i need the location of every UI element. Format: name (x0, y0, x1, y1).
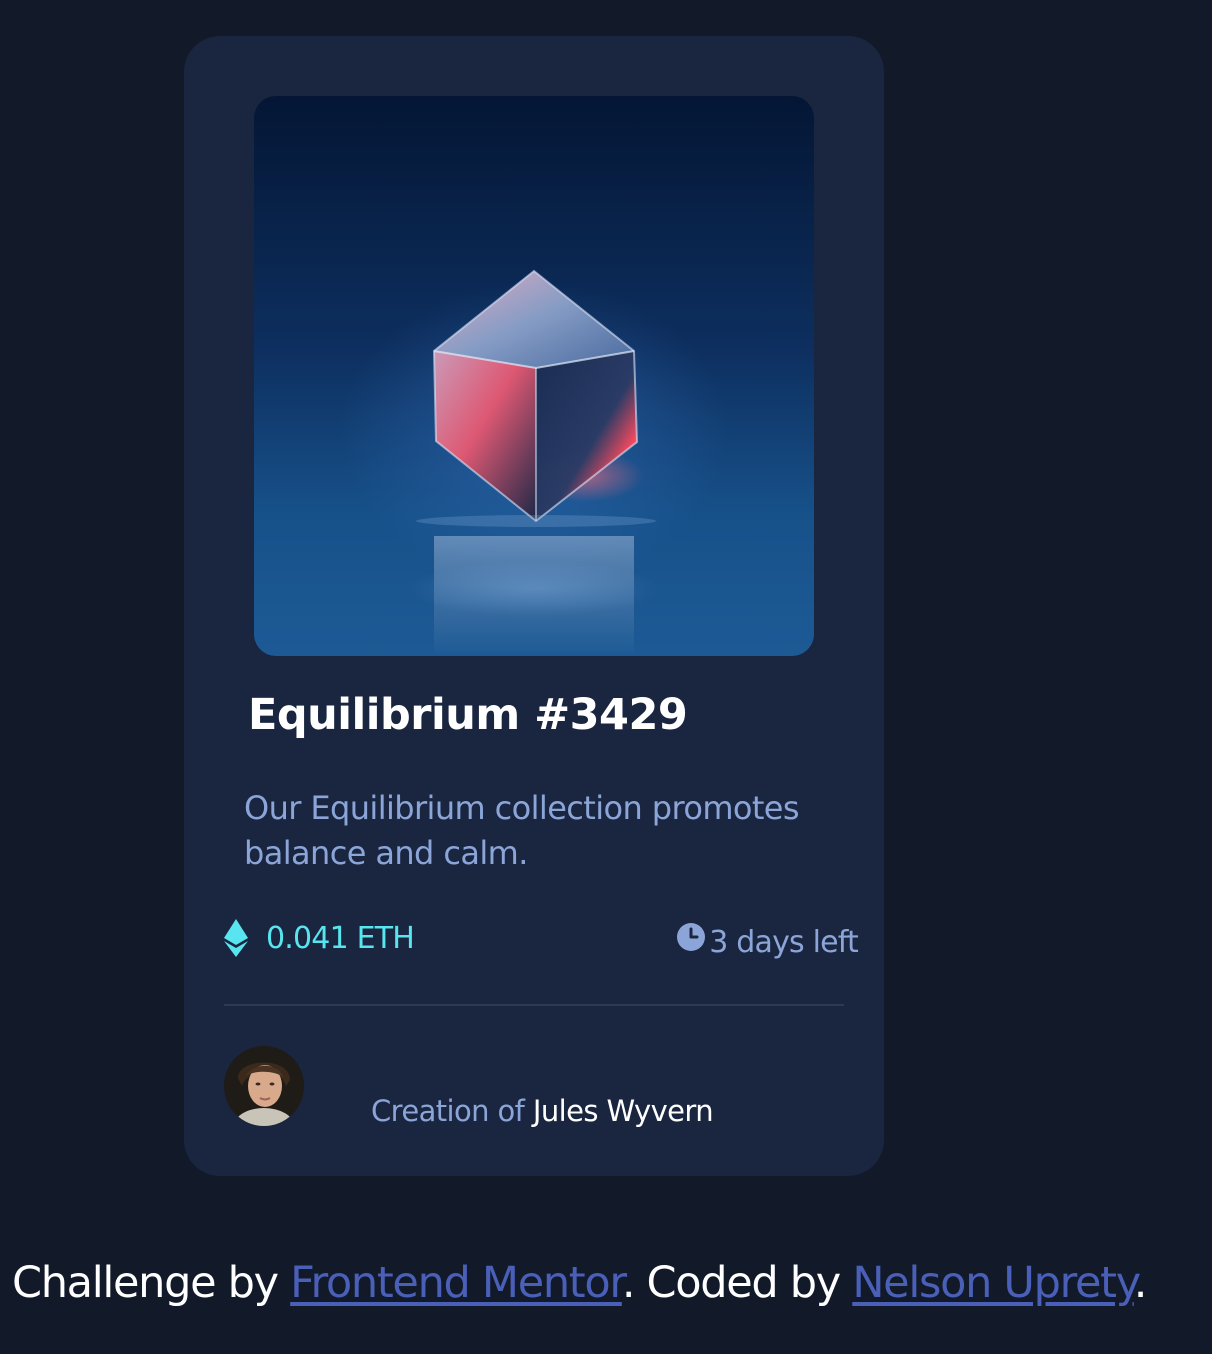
nft-card: Equilibrium #3429 Our Equilibrium collec… (184, 36, 884, 1176)
frontend-mentor-link[interactable]: Frontend Mentor (290, 1258, 623, 1308)
price: 0.041 ETH (224, 918, 415, 958)
creator-name-link[interactable]: Jules Wyvern (533, 1094, 714, 1128)
avatar-image (224, 1046, 304, 1126)
nft-image[interactable] (254, 96, 814, 656)
nft-title[interactable]: Equilibrium #3429 (248, 690, 688, 740)
creator-info: Creation of Jules Wyvern (371, 1094, 714, 1128)
time-remaining: 3 days left (677, 922, 859, 962)
coded-by-prefix: . Coded by (621, 1258, 853, 1308)
ethereum-icon (224, 919, 248, 957)
clock-icon (677, 923, 706, 951)
crystal-cube-illustration (416, 269, 656, 656)
attribution: Challenge by Frontend Mentor. Coded by N… (12, 1258, 1148, 1308)
divider (224, 1004, 844, 1006)
nft-description: Our Equilibrium collection promotes bala… (244, 789, 800, 872)
price-value: 0.041 ETH (266, 920, 415, 956)
time-left-value: 3 days left (709, 924, 859, 960)
challenge-prefix: Challenge by (12, 1258, 291, 1308)
author-link[interactable]: Nelson Uprety (852, 1258, 1135, 1308)
attribution-suffix: . (1133, 1258, 1148, 1308)
avatar (224, 1046, 304, 1126)
creator-label: Creation of (371, 1094, 525, 1128)
